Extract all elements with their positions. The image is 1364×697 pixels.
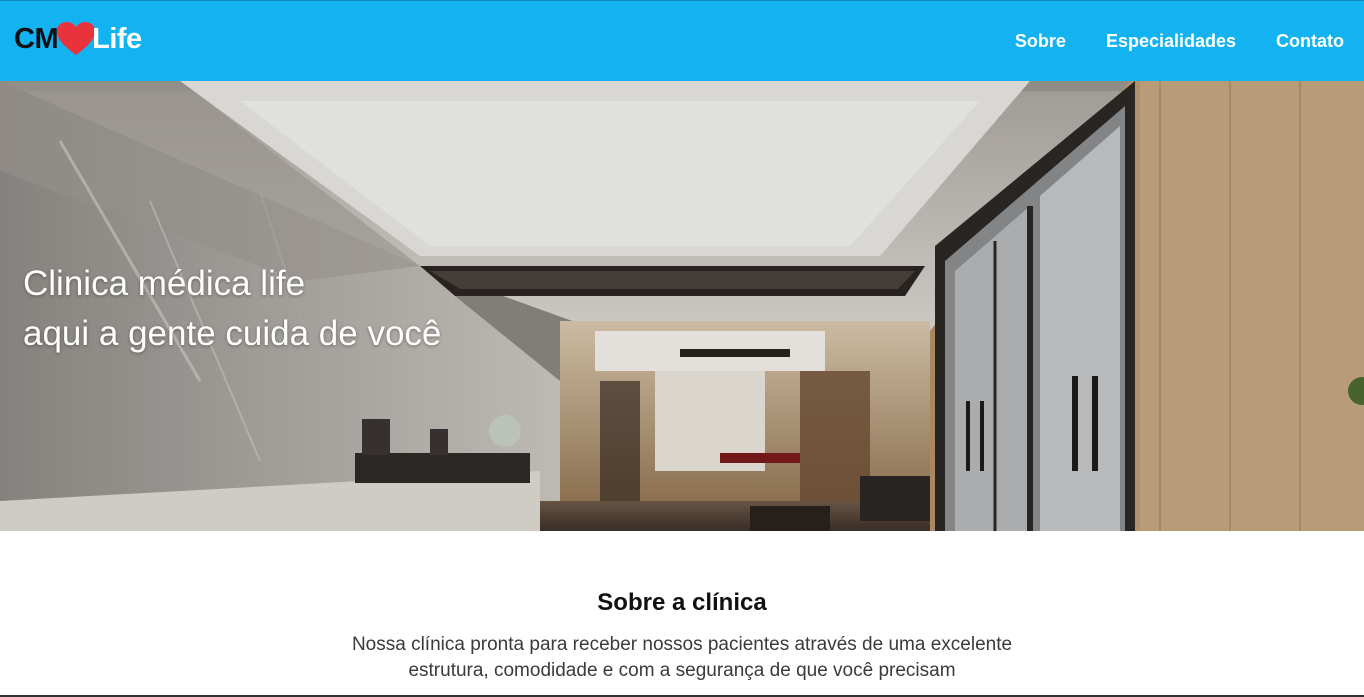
brand-suffix: Life: [92, 22, 142, 55]
about-description: Nossa clínica pronta para receber nossos…: [0, 632, 1364, 684]
about-section: Sobre a clínica Nossa clínica pronta par…: [0, 531, 1364, 697]
hero-headline: Clinica médica life aqui a gente cuida d…: [23, 259, 441, 359]
brand-logo[interactable]: CM Life: [14, 19, 142, 59]
nav-link-sobre[interactable]: Sobre: [1015, 31, 1066, 52]
brand-prefix: CM: [14, 22, 59, 55]
about-title: Sobre a clínica: [597, 589, 767, 616]
hero-banner: Clinica médica life aqui a gente cuida d…: [0, 81, 1364, 531]
hero-headline-line1: Clinica médica life: [23, 264, 306, 303]
about-text-line1: Nossa clínica pronta para receber nossos…: [351, 634, 1013, 655]
hero-headline-line2: aqui a gente cuida de você: [23, 314, 442, 353]
nav-link-especialidades[interactable]: Especialidades: [1106, 31, 1236, 52]
about-text-line2: estrutura, comodidade e com a segurança …: [408, 660, 956, 681]
heart-icon: [57, 22, 96, 55]
main-nav: Sobre Especialidades Contato: [1015, 1, 1344, 82]
top-navbar: CM Life Sobre Especialidades Contato: [0, 0, 1364, 81]
nav-link-contato[interactable]: Contato: [1276, 31, 1344, 52]
